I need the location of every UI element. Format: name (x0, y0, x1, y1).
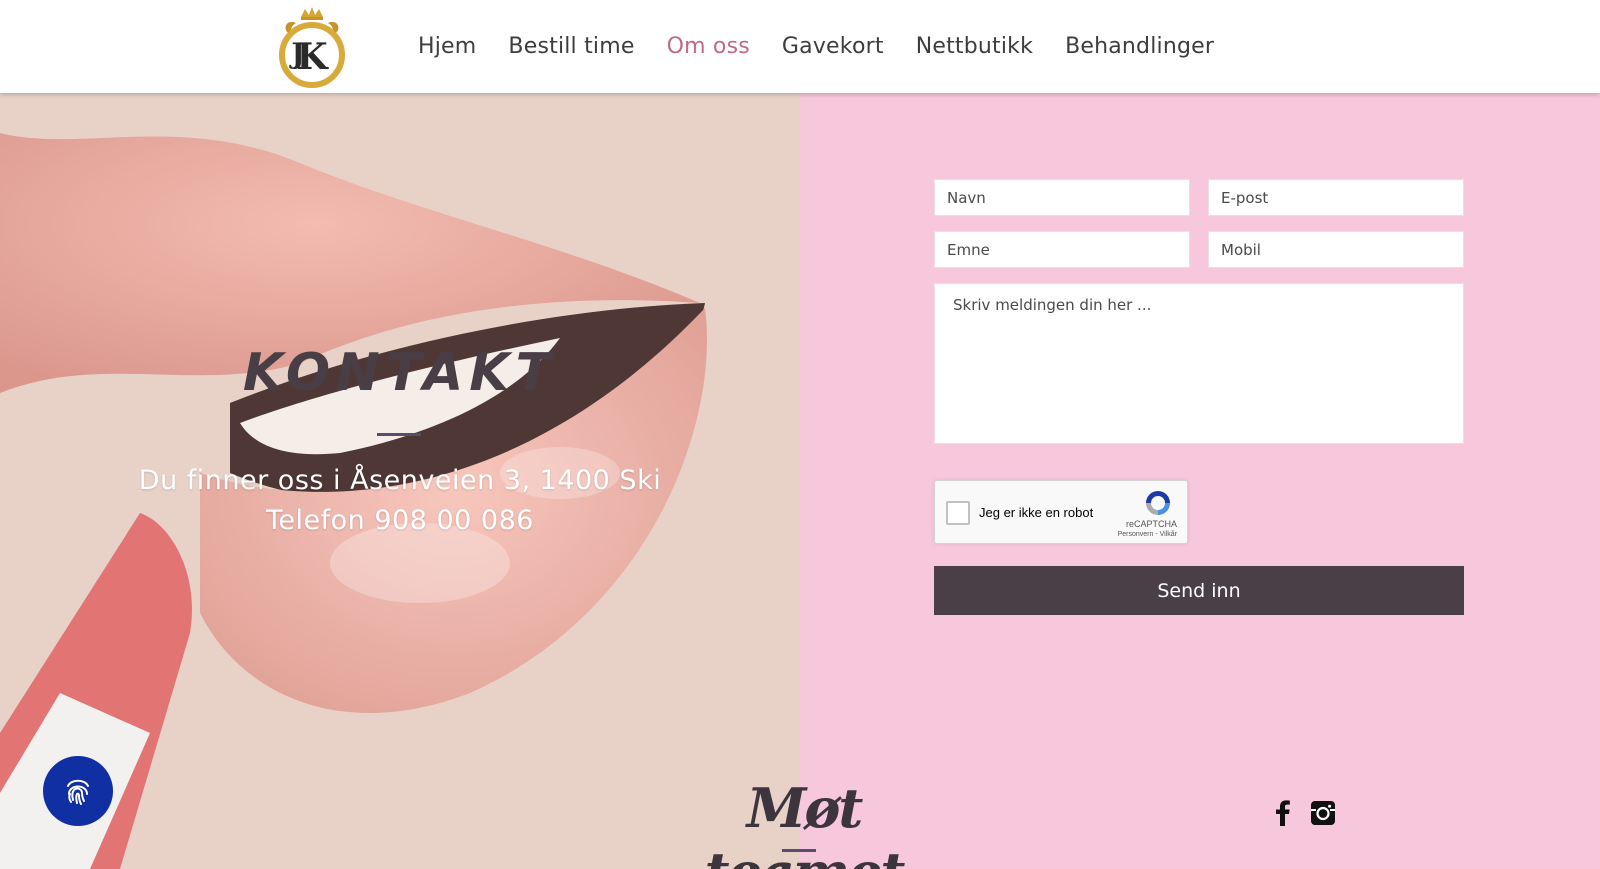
instagram-link[interactable] (1311, 801, 1335, 825)
mobile-field[interactable] (1208, 231, 1464, 268)
nav-item-gavekort[interactable]: Gavekort (766, 34, 900, 59)
submit-button[interactable]: Send inn (934, 566, 1464, 615)
logo[interactable]: K J (274, 5, 350, 89)
recaptcha-icon (1146, 491, 1170, 515)
facebook-icon (1276, 800, 1290, 826)
nav-item-om-oss[interactable]: Om oss (651, 34, 766, 59)
recaptcha-terms-link[interactable]: Personvern - Vilkår (1118, 531, 1177, 538)
recaptcha-widget: Jeg er ikke en robot reCAPTCHA Personver… (934, 480, 1188, 544)
contact-form-panel: Jeg er ikke en robot reCAPTCHA Personver… (800, 93, 1600, 869)
email-field[interactable] (1208, 179, 1464, 216)
phone-text: Telefon 908 00 086 (266, 505, 534, 536)
site-header: K J Hjem Bestill time Om oss Gavekort Ne… (0, 0, 1600, 93)
instagram-icon (1311, 801, 1335, 825)
contact-title: KONTAKT (242, 343, 558, 403)
address-text: Du finner oss i Åsenveien 3, 1400 Ski (138, 465, 662, 496)
svg-text:J: J (288, 37, 304, 70)
subject-field[interactable] (934, 231, 1190, 268)
team-heading: Møt teamet (705, 776, 906, 869)
name-field[interactable] (934, 179, 1190, 216)
team-divider (782, 849, 816, 852)
nav-item-nettbutikk[interactable]: Nettbutikk (900, 34, 1049, 59)
nav-item-bestill-time[interactable]: Bestill time (492, 34, 650, 59)
recaptcha-checkbox[interactable] (946, 501, 970, 525)
facebook-link[interactable] (1271, 800, 1293, 826)
recaptcha-label: Jeg er ikke en robot (979, 505, 1094, 520)
nav-item-behandlinger[interactable]: Behandlinger (1049, 34, 1230, 59)
logo-emblem-icon: K J (279, 7, 345, 88)
main-nav: Hjem Bestill time Om oss Gavekort Nettbu… (402, 22, 1230, 70)
title-divider (377, 433, 421, 436)
message-field[interactable] (934, 283, 1464, 444)
nav-item-hjem[interactable]: Hjem (402, 34, 492, 59)
accessibility-button[interactable] (43, 756, 113, 826)
contact-hero: KONTAKT Du finner oss i Åsenveien 3, 140… (0, 93, 800, 869)
recaptcha-brand: reCAPTCHA (1125, 519, 1177, 529)
fingerprint-icon (67, 779, 89, 805)
